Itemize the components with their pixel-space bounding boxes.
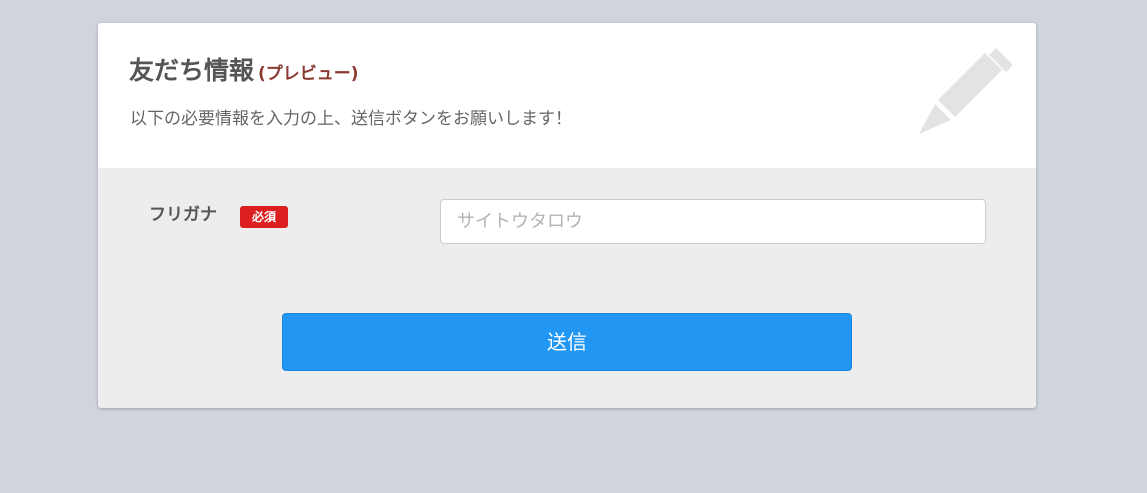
furigana-input[interactable] (440, 199, 986, 244)
page-title-text: 友だち情報 (129, 56, 255, 85)
required-badge: 必須 (240, 206, 288, 228)
form-description: 以下の必要情報を入力の上、送信ボタンをお願いします！ (130, 109, 572, 129)
preview-tag: (プレビュー) (258, 64, 359, 84)
furigana-label: フリガナ (149, 205, 217, 225)
friend-info-form-card: 友だち情報 (プレビュー) 以下の必要情報を入力の上、送信ボタンをお願いします！ … (98, 23, 1036, 408)
page-title: 友だち情報 (プレビュー) (129, 54, 359, 91)
pencil-icon (919, 48, 1012, 134)
form-header: 友だち情報 (プレビュー) 以下の必要情報を入力の上、送信ボタンをお願いします！ (98, 23, 1036, 168)
submit-button[interactable]: 送信 (282, 313, 852, 371)
